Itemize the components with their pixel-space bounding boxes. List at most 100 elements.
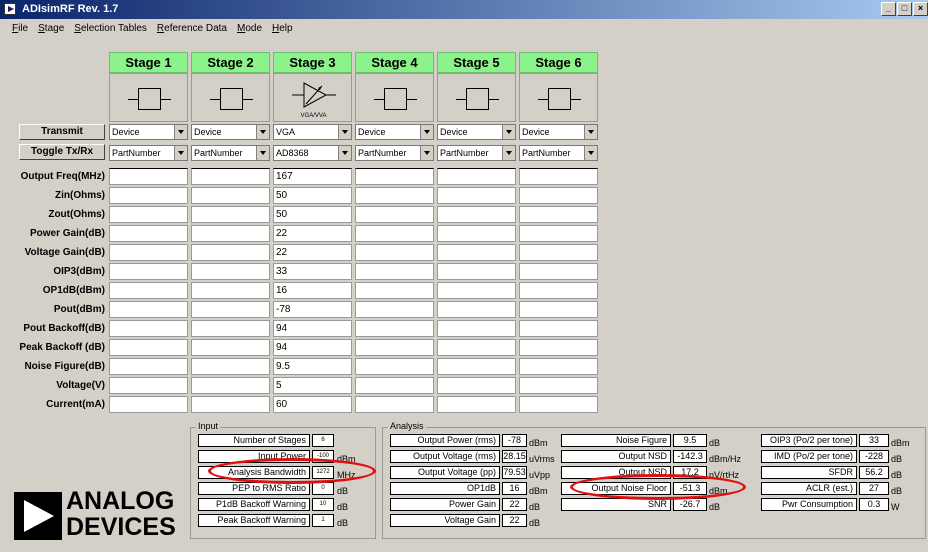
param-cell[interactable]: [437, 396, 516, 413]
param-cell[interactable]: [355, 244, 434, 261]
input-value[interactable]: 6: [312, 434, 334, 447]
param-cell[interactable]: [109, 168, 188, 185]
app-icon[interactable]: [4, 3, 16, 15]
param-cell[interactable]: [437, 339, 516, 356]
param-cell[interactable]: [519, 168, 598, 185]
param-cell[interactable]: [109, 377, 188, 394]
param-cell[interactable]: [109, 358, 188, 375]
chevron-down-icon[interactable]: [256, 146, 269, 160]
stage-header-5[interactable]: Stage 5: [437, 52, 516, 73]
param-cell[interactable]: -78: [273, 301, 352, 318]
menu-mode[interactable]: Mode: [237, 20, 262, 38]
param-cell[interactable]: [437, 263, 516, 280]
chevron-down-icon[interactable]: [174, 146, 187, 160]
param-cell[interactable]: [109, 339, 188, 356]
param-cell[interactable]: [191, 358, 270, 375]
chevron-down-icon[interactable]: [420, 146, 433, 160]
stage-icon-1[interactable]: [109, 73, 188, 122]
param-cell[interactable]: [355, 187, 434, 204]
param-cell[interactable]: [191, 263, 270, 280]
param-cell[interactable]: [355, 206, 434, 223]
chevron-down-icon[interactable]: [502, 146, 515, 160]
chevron-down-icon[interactable]: [326, 227, 339, 240]
device-select-3[interactable]: VGA: [273, 124, 352, 140]
param-cell[interactable]: [191, 206, 270, 223]
param-cell[interactable]: [109, 187, 188, 204]
chevron-down-icon[interactable]: [420, 125, 433, 139]
menu-file[interactable]: File: [12, 20, 28, 38]
param-cell[interactable]: [519, 263, 598, 280]
chevron-down-icon[interactable]: [256, 125, 269, 139]
param-cell[interactable]: [191, 187, 270, 204]
close-button[interactable]: ×: [913, 2, 928, 16]
param-cell[interactable]: [109, 320, 188, 337]
part-select-4[interactable]: PartNumber: [355, 145, 434, 161]
param-cell[interactable]: 5: [273, 377, 352, 394]
param-cell[interactable]: [519, 358, 598, 375]
maximize-button[interactable]: □: [897, 2, 912, 16]
chevron-down-icon[interactable]: [502, 125, 515, 139]
param-cell[interactable]: [519, 187, 598, 204]
chevron-down-icon[interactable]: [174, 125, 187, 139]
param-cell[interactable]: [519, 225, 598, 242]
param-cell[interactable]: [519, 206, 598, 223]
input-value[interactable]: 0: [312, 482, 334, 495]
param-cell[interactable]: [519, 339, 598, 356]
device-select-4[interactable]: Device: [355, 124, 434, 140]
param-cell[interactable]: [519, 282, 598, 299]
param-cell[interactable]: 94: [273, 320, 352, 337]
param-cell[interactable]: [355, 168, 434, 185]
param-cell[interactable]: [191, 244, 270, 261]
stage-icon-2[interactable]: [191, 73, 270, 122]
minimize-button[interactable]: _: [881, 2, 896, 16]
menu-stage[interactable]: Stage: [38, 20, 64, 38]
input-value[interactable]: 1: [312, 514, 334, 527]
param-cell[interactable]: 167: [273, 168, 352, 185]
param-cell[interactable]: [437, 168, 516, 185]
param-cell[interactable]: [437, 377, 516, 394]
param-cell[interactable]: [519, 244, 598, 261]
chevron-down-icon[interactable]: [338, 146, 351, 160]
part-select-6[interactable]: PartNumber: [519, 145, 598, 161]
param-cell[interactable]: [437, 225, 516, 242]
param-cell[interactable]: [437, 358, 516, 375]
param-cell[interactable]: [191, 282, 270, 299]
param-cell[interactable]: [109, 244, 188, 261]
part-select-2[interactable]: PartNumber: [191, 145, 270, 161]
param-cell[interactable]: [519, 320, 598, 337]
stage-header-2[interactable]: Stage 2: [191, 52, 270, 73]
menu-selection-tables[interactable]: Selection Tables: [74, 20, 147, 38]
part-select-1[interactable]: PartNumber: [109, 145, 188, 161]
param-cell[interactable]: 9.5: [273, 358, 352, 375]
device-select-6[interactable]: Device: [519, 124, 598, 140]
param-cell[interactable]: [191, 225, 270, 242]
chevron-down-icon[interactable]: [338, 125, 351, 139]
param-cell[interactable]: [519, 301, 598, 318]
stage-icon-5[interactable]: [437, 73, 516, 122]
menu-help[interactable]: Help: [272, 20, 293, 38]
stage-header-4[interactable]: Stage 4: [355, 52, 434, 73]
stage-icon-4[interactable]: [355, 73, 434, 122]
param-cell[interactable]: [355, 282, 434, 299]
menu-reference-data[interactable]: Reference Data: [157, 20, 227, 38]
param-cell[interactable]: [437, 320, 516, 337]
param-cell[interactable]: 50: [273, 187, 352, 204]
device-select-1[interactable]: Device: [109, 124, 188, 140]
param-cell[interactable]: [109, 282, 188, 299]
input-value[interactable]: 10: [312, 498, 334, 511]
stage-icon-3[interactable]: VGA/VVA: [273, 73, 352, 122]
param-cell[interactable]: [519, 377, 598, 394]
param-cell[interactable]: [191, 377, 270, 394]
param-cell[interactable]: 22: [273, 244, 352, 261]
part-select-5[interactable]: PartNumber: [437, 145, 516, 161]
param-cell[interactable]: [191, 320, 270, 337]
param-cell[interactable]: 22: [273, 225, 352, 242]
device-select-5[interactable]: Device: [437, 124, 516, 140]
param-cell[interactable]: [355, 225, 434, 242]
param-cell[interactable]: [191, 396, 270, 413]
param-cell[interactable]: [437, 187, 516, 204]
param-cell[interactable]: [437, 282, 516, 299]
param-cell[interactable]: [355, 377, 434, 394]
param-cell[interactable]: [437, 244, 516, 261]
toggle-tx-rx-button[interactable]: Toggle Tx/Rx: [19, 144, 105, 160]
